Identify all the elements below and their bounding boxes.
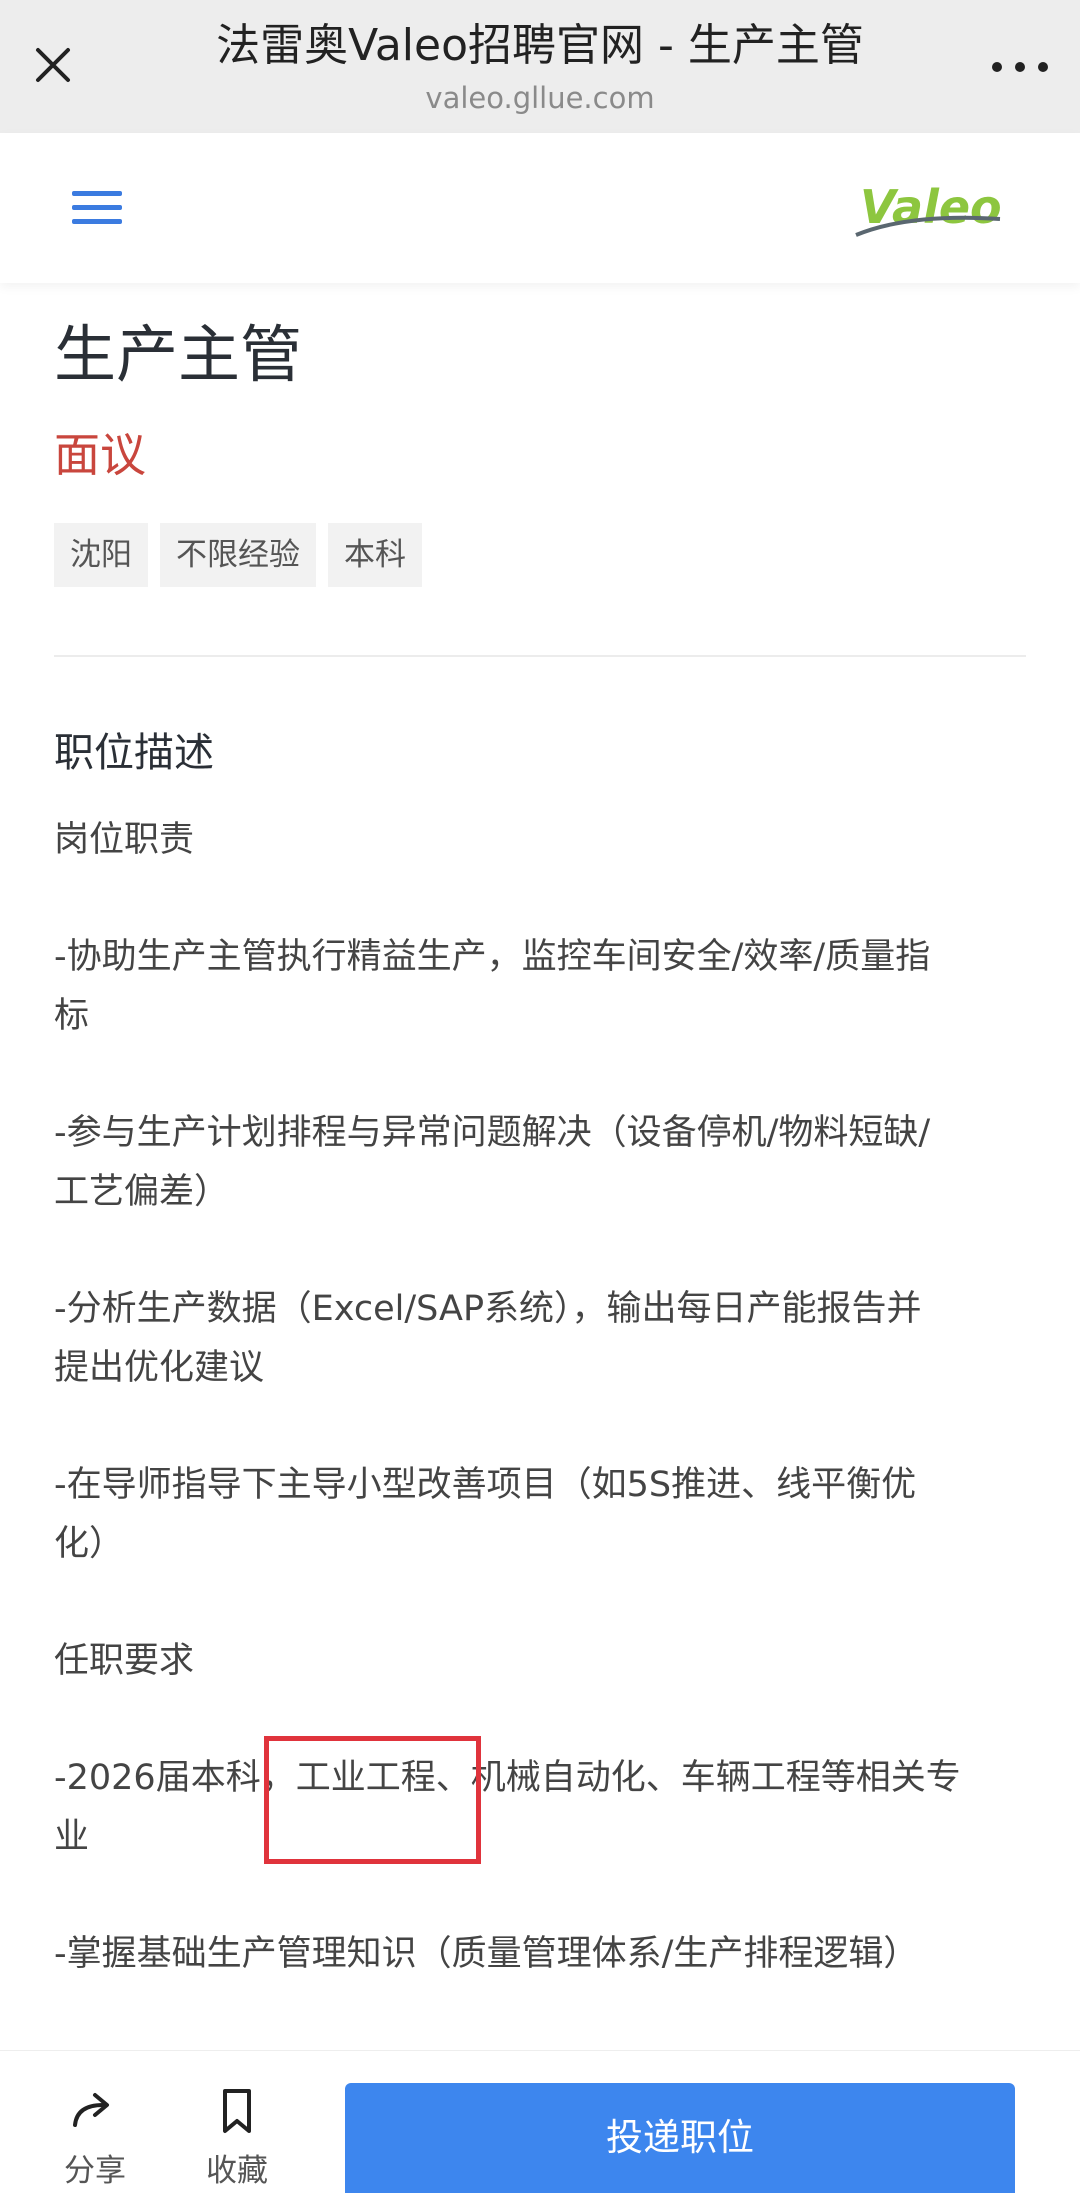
browser-url: valeo.gllue.com xyxy=(425,81,655,115)
description-line: -2026届本科，工业工程、机械自动化、车辆工程等相关专 业 xyxy=(54,1758,961,1857)
browser-title-area: 法雷奥Valeo招聘官网 - 生产主管 valeo.gllue.com xyxy=(150,16,930,118)
tag-experience: 不限经验 xyxy=(160,523,316,587)
highlight-annotation-box xyxy=(264,1736,481,1864)
description-line: -协助生产主管执行精益生产，监控车间安全/效率/质量指 标 xyxy=(54,937,931,1036)
bottom-action-bar: 分享 收藏 投递职位 xyxy=(0,2050,1080,2193)
description-line: -分析生产数据（Excel/SAP系统），输出每日产能报告并 提出优化建议 xyxy=(54,1289,922,1388)
tag-education: 本科 xyxy=(328,523,422,587)
valeo-logo[interactable]: Valeo xyxy=(850,173,1010,253)
section-title-description: 职位描述 xyxy=(54,730,214,776)
job-content: 生产主管 面议 沈阳 不限经验 本科 职位描述 岗位职责 -协助生产主管执行精益… xyxy=(54,283,1026,1984)
share-button[interactable]: 分享 xyxy=(45,2085,145,2190)
more-options-icon[interactable] xyxy=(990,44,1050,84)
description-line: -参与生产计划排程与异常问题解决（设备停机/物料短缺/ 工艺偏差） xyxy=(54,1113,931,1212)
favorite-button[interactable]: 收藏 xyxy=(187,2085,287,2190)
apply-button[interactable]: 投递职位 xyxy=(345,2083,1015,2193)
job-description: 岗位职责 -协助生产主管执行精益生产，监控车间安全/效率/质量指 标 -参与生产… xyxy=(54,811,1026,1984)
share-label: 分享 xyxy=(64,2153,126,2189)
job-tags: 沈阳 不限经验 本科 xyxy=(54,523,1026,587)
description-line: 任职要求 xyxy=(54,1641,195,1681)
divider xyxy=(54,655,1026,657)
bookmark-icon xyxy=(223,2089,251,2133)
share-icon xyxy=(73,2093,109,2127)
description-line: -在导师指导下主导小型改善项目（如5S推进、线平衡优 化） xyxy=(54,1465,917,1564)
description-line: -掌握基础生产管理知识（质量管理体系/生产排程逻辑） xyxy=(54,1934,919,1974)
salary: 面议 xyxy=(54,428,146,482)
close-icon[interactable] xyxy=(28,40,78,90)
menu-icon[interactable] xyxy=(72,191,122,225)
browser-top-bar: 法雷奥Valeo招聘官网 - 生产主管 valeo.gllue.com xyxy=(0,0,1080,133)
site-header: Valeo xyxy=(0,133,1080,283)
browser-title: 法雷奥Valeo招聘官网 - 生产主管 xyxy=(216,20,864,71)
job-title: 生产主管 xyxy=(54,318,303,391)
tag-location: 沈阳 xyxy=(54,523,148,587)
description-line: 岗位职责 xyxy=(54,820,195,860)
favorite-label: 收藏 xyxy=(206,2153,268,2189)
